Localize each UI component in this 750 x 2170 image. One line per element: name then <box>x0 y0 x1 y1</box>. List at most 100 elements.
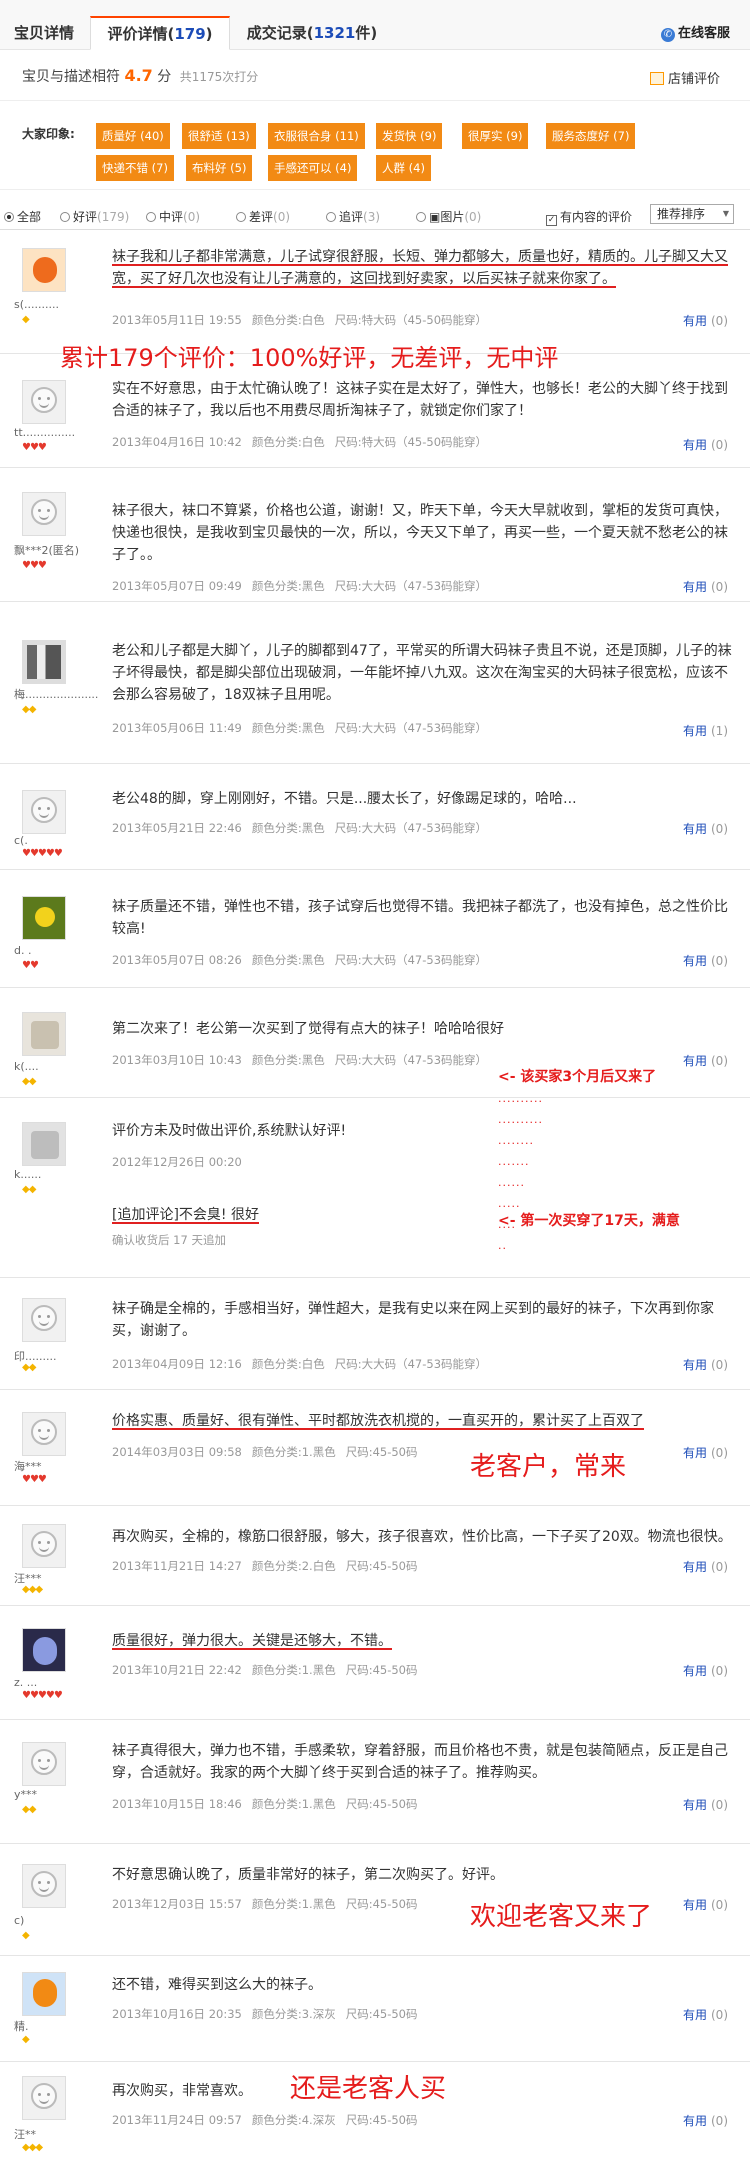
chat-icon: ✆ <box>660 28 675 42</box>
buyer-level-icon: ♥♥♥ <box>22 442 47 453</box>
buyer-level-icon: ◆◆ <box>22 1362 36 1373</box>
review-item: 精. ◆ 还不错，难得买到这么大的袜子。 2013年10月16日 20:35 颜色… <box>0 1958 750 2062</box>
radio-icon <box>416 212 426 222</box>
review-item: 海*** ♥♥♥ 价格实惠、质量好、很有弹性、平时都放洗衣机搅的，一直买开的，累… <box>0 1398 750 1506</box>
tab-transactions[interactable]: 成交记录(1321件) <box>232 16 392 50</box>
checkmark-icon: ✓ <box>546 215 557 226</box>
sort-select[interactable]: 推荐排序 <box>650 204 734 224</box>
review-meta: 2013年05月21日 22:46 颜色分类:黑色 尺码:大大码（47-53码能穿） <box>112 821 488 835</box>
review-meta: 2013年05月11日 19:55 颜色分类:白色 尺码:特大码（45-50码能穿） <box>112 313 488 327</box>
review-text: 老公和儿子都是大脚丫，儿子的脚都到47了，平常买的所谓大码袜子贵且不说，还是顶脚… <box>112 643 732 703</box>
useful-button[interactable]: 有用 (0) <box>683 1444 728 1461</box>
avatar <box>22 492 66 536</box>
avatar-image <box>31 1131 59 1159</box>
useful-button[interactable]: 有用 (1) <box>683 722 728 739</box>
reviewer-name: 梅..................... <box>14 688 99 701</box>
useful-button[interactable]: 有用 (0) <box>683 820 728 837</box>
review-text: 实在不好意思，由于太忙确认晚了！这袜子实在是太好了，弹性大，也够长！老公的大脚丫… <box>112 381 728 419</box>
review-text: 袜子很大，袜口不算紧，价格也公道，谢谢！又，昨天下单，今天大早就收到，掌柜的发货… <box>112 503 728 563</box>
impression-tag[interactable]: 布料好 (5) <box>186 155 253 181</box>
impression-tag[interactable]: 发货快 (9) <box>376 123 443 149</box>
useful-button[interactable]: 有用 (0) <box>683 2112 728 2129</box>
buyer-level-icon: ◆◆◆ <box>22 2142 43 2153</box>
useful-button[interactable]: 有用 (0) <box>683 1052 728 1069</box>
tab-item-details[interactable]: 宝贝详情 <box>0 16 88 50</box>
buyer-level-icon: ◆◆◆ <box>22 1584 43 1595</box>
default-avatar-icon <box>31 1531 57 1557</box>
impression-tag[interactable]: 很厚实 (9) <box>462 123 529 149</box>
review-meta: 2013年11月24日 09:57 颜色分类:4.深灰 尺码:45-50码 <box>112 2113 418 2127</box>
avatar <box>22 1972 66 2016</box>
review-item: y*** ◆◆ 袜子真得很大，弹力也不错，手感柔软，穿着舒服，而且价格也不贵，就… <box>0 1728 750 1844</box>
filter-all-radio[interactable]: 全部 <box>4 208 41 225</box>
customer-service-link[interactable]: ✆ 在线客服 <box>660 22 730 42</box>
useful-button[interactable]: 有用 (0) <box>683 1796 728 1813</box>
annotation-regular-customer: 老客户，常来 <box>470 1452 627 1482</box>
useful-button[interactable]: 有用 (0) <box>683 578 728 595</box>
filter-image-radio[interactable]: ▣图片(0) <box>416 208 481 225</box>
review-text: 袜子确是全棉的，手感相当好，弹性超大，是我有史以来在网上买到的最好的袜子，下次再… <box>112 1301 714 1339</box>
useful-button[interactable]: 有用 (0) <box>683 1356 728 1373</box>
avatar-image <box>31 1021 59 1049</box>
impression-tag[interactable]: 人群 (4) <box>376 155 431 181</box>
reviewer-name: y*** <box>14 1788 38 1801</box>
filter-bad-radio[interactable]: 差评(0) <box>236 208 290 225</box>
useful-button[interactable]: 有用 (0) <box>683 2006 728 2023</box>
review-item: k...... ◆◆ 评价方未及时做出评价,系统默认好评! 2012年12月26… <box>0 1108 750 1278</box>
tab-reviews[interactable]: 评价详情(179) <box>90 16 230 50</box>
reviewer-name: 飘***2(匿名) <box>14 544 80 557</box>
impression-tag[interactable]: 衣服很合身 (11) <box>268 123 365 149</box>
buyer-level-icon: ♥♥♥♥♥ <box>22 1690 63 1701</box>
impression-tag[interactable]: 手感还可以 (4) <box>268 155 358 181</box>
reviewer-name: k...... <box>14 1168 42 1181</box>
appended-review: [追加评论]不会臭! 很好 <box>112 1207 259 1223</box>
review-meta: 2013年05月07日 08:26 颜色分类:黑色 尺码:大大码（47-53码能穿） <box>112 953 488 967</box>
avatar <box>22 896 66 940</box>
default-avatar-icon <box>31 499 57 525</box>
avatar-image <box>33 1979 57 2007</box>
review-text: 价格实惠、质量好、很有弹性、平时都放洗衣机搅的，一直买开的，累计买了上百双了 <box>112 1413 644 1429</box>
impression-tag[interactable]: 服务态度好 (7) <box>546 123 636 149</box>
default-avatar-icon <box>31 1305 57 1331</box>
shop-rating-link[interactable]: 店铺评价 <box>649 68 720 87</box>
buyer-level-icon: ♥♥♥♥♥ <box>22 848 63 859</box>
review-text: 第二次来了！老公第一次买到了觉得有点大的袜子！哈哈哈很好 <box>112 1021 504 1037</box>
review-text: 再次购买，全棉的，橡筋口很舒服，够大，孩子很喜欢，性价比高，一下子买了20双。物… <box>112 1529 732 1545</box>
impression-tag[interactable]: 快递不错 (7) <box>96 155 174 181</box>
useful-button[interactable]: 有用 (0) <box>683 952 728 969</box>
default-avatar-icon <box>31 1871 57 1897</box>
default-avatar-icon <box>31 1749 57 1775</box>
avatar-image <box>33 1637 57 1665</box>
review-item: z. ... ♥♥♥♥♥ 质量很好，弹力很大。关键是还够大，不错。 2013年1… <box>0 1614 750 1720</box>
filter-good-radio[interactable]: 好评(179) <box>60 208 129 225</box>
impression-tag[interactable]: 很舒适 (13) <box>182 123 256 149</box>
has-content-checkbox[interactable]: ✓ 有内容的评价 <box>546 208 632 226</box>
annotation-first-purchase: <- 第一次买穿了17天，满意 <box>498 1213 680 1229</box>
buyer-level-icon: ◆◆ <box>22 1804 36 1815</box>
review-item: c(. ♥♥♥♥♥ 老公48的脚，穿上刚刚好，不错。只是...腰太长了，好像踢足… <box>0 776 750 870</box>
review-text: 还不错，难得买到这么大的袜子。 <box>112 1977 322 1993</box>
useful-button[interactable]: 有用 (0) <box>683 312 728 329</box>
reviewer-name: c) <box>14 1914 25 1927</box>
avatar <box>22 1742 66 1786</box>
radio-icon <box>236 212 246 222</box>
impression-tag[interactable]: 质量好 (40) <box>96 123 170 149</box>
review-text: 不好意思确认晚了，质量非常好的袜子，第二次购买了。好评。 <box>112 1867 504 1883</box>
reviewer-name: 汪** <box>14 2128 36 2141</box>
buyer-level-icon: ◆ <box>22 2034 30 2045</box>
useful-button[interactable]: 有用 (0) <box>683 1558 728 1575</box>
filter-neutral-radio[interactable]: 中评(0) <box>146 208 200 225</box>
filter-append-radio[interactable]: 追评(3) <box>326 208 380 225</box>
review-meta: 2013年04月16日 10:42 颜色分类:白色 尺码:特大码（45-50码能穿） <box>112 435 488 449</box>
impressions-label: 大家印象: <box>22 127 75 141</box>
appended-review-note: 确认收货后 17 天追加 <box>112 1233 226 1247</box>
useful-button[interactable]: 有用 (0) <box>683 1662 728 1679</box>
rating-value: 4.7 <box>124 66 153 85</box>
useful-button[interactable]: 有用 (0) <box>683 1896 728 1913</box>
impressions-panel: 大家印象: 质量好 (40) 很舒适 (13) 衣服很合身 (11) 发货快 (… <box>0 100 750 190</box>
reviewer-name: 精. <box>14 2020 29 2033</box>
useful-button[interactable]: 有用 (0) <box>683 436 728 453</box>
avatar-image <box>35 907 55 927</box>
review-text: 袜子质量还不错，弹性也不错，孩子试穿后也觉得不错。我把袜子都洗了，也没有掉色，总… <box>112 899 728 937</box>
annotation-old-customer: 还是老客人买 <box>290 2074 447 2104</box>
